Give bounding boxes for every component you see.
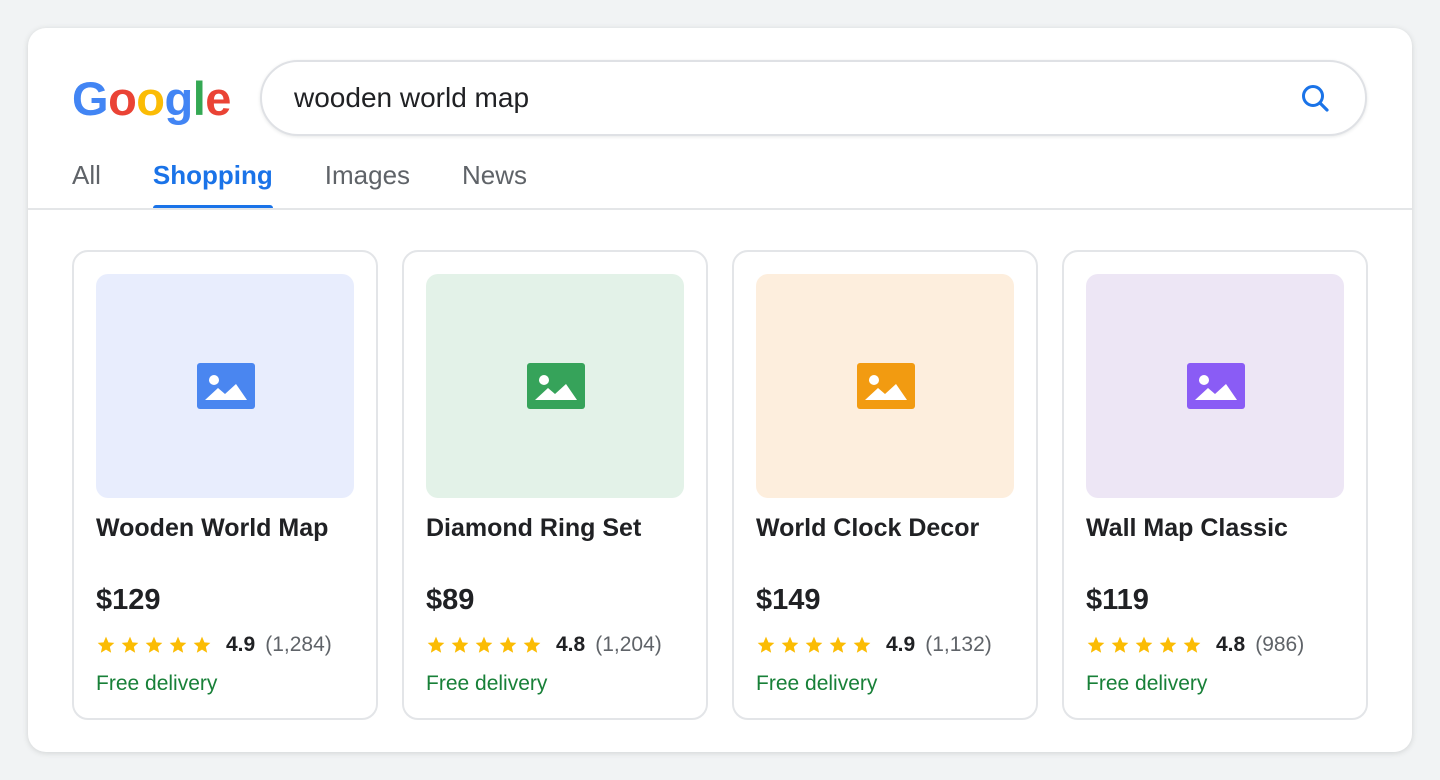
delivery-info: Free delivery [96,672,218,695]
star-icon [1159,636,1177,653]
search-tabs: All Shopping Images News [72,152,579,210]
star-rating [96,635,216,655]
star-icon [1135,636,1153,653]
image-icon [857,363,915,409]
star-icon [121,636,139,653]
rating-value: 4.8 [1216,633,1246,656]
star-icon [427,636,445,653]
product-title[interactable]: Diamond Ring Set [426,514,641,543]
product-price: $89 [426,584,475,616]
product-title[interactable]: Wooden World Map [96,514,328,543]
star-rating [756,635,876,655]
star-icon [475,636,493,653]
star-icon [523,636,541,653]
search-results-panel: Google All Shopping Images News Wooden W… [28,28,1412,752]
review-count: (986) [1255,633,1305,656]
review-count: (1,204) [595,633,662,656]
rating-value: 4.9 [226,633,256,656]
star-icon [193,636,211,653]
logo-letter: o [136,72,165,125]
product-thumbnail[interactable] [96,274,354,498]
star-rating [1086,635,1206,655]
product-thumbnail[interactable] [756,274,1014,498]
tabs-divider [28,208,1412,210]
product-card[interactable]: Diamond Ring Set $89 4.8 (1,204) Free de… [402,250,708,720]
star-icon [757,636,775,653]
star-icon [853,636,871,653]
product-card[interactable]: World Clock Decor $149 4.9 (1,132) Free … [732,250,1038,720]
star-icon [829,636,847,653]
star-icon [781,636,799,653]
logo-letter: G [72,72,109,125]
star-icon [1183,636,1201,653]
delivery-info: Free delivery [426,672,548,695]
search-box[interactable] [260,60,1367,136]
star-icon [451,636,469,653]
image-icon [1187,363,1245,409]
logo-letter: l [192,72,206,125]
star-icon [805,636,823,653]
rating-row: 4.8 (1,204) [426,630,662,660]
star-icon [1111,636,1129,653]
star-rating [426,635,546,655]
star-icon [1087,636,1105,653]
rating-row: 4.9 (1,132) [756,630,992,660]
logo-letter: e [205,72,231,125]
tab-images[interactable]: Images [325,152,410,210]
star-icon [169,636,187,653]
product-title[interactable]: Wall Map Classic [1086,514,1288,543]
logo-letter: g [164,72,194,125]
logo-letter: o [108,72,137,125]
google-logo[interactable]: Google [72,74,231,124]
product-thumbnail[interactable] [1086,274,1344,498]
tab-shopping[interactable]: Shopping [152,152,273,210]
product-price: $119 [1086,584,1149,616]
product-card[interactable]: Wooden World Map $129 4.9 (1,284) Free d… [72,250,378,720]
product-grid: Wooden World Map $129 4.9 (1,284) Free d… [72,250,1368,720]
search-input[interactable] [294,62,1254,134]
search-icon[interactable] [1299,82,1331,114]
image-icon [527,363,585,409]
rating-value: 4.9 [886,633,916,656]
delivery-info: Free delivery [756,672,878,695]
rating-value: 4.8 [556,633,586,656]
rating-row: 4.9 (1,284) [96,630,332,660]
product-price: $129 [96,584,161,616]
image-icon [197,363,255,409]
review-count: (1,284) [265,633,332,656]
rating-row: 4.8 (986) [1086,630,1304,660]
product-title[interactable]: World Clock Decor [756,514,979,543]
delivery-info: Free delivery [1086,672,1208,695]
star-icon [145,636,163,653]
star-icon [97,636,115,653]
product-price: $149 [756,584,821,616]
tab-all[interactable]: All [72,152,101,210]
review-count: (1,132) [925,633,992,656]
product-card[interactable]: Wall Map Classic $119 4.8 (986) Free del… [1062,250,1368,720]
product-thumbnail[interactable] [426,274,684,498]
star-icon [499,636,517,653]
tab-news[interactable]: News [462,152,527,210]
